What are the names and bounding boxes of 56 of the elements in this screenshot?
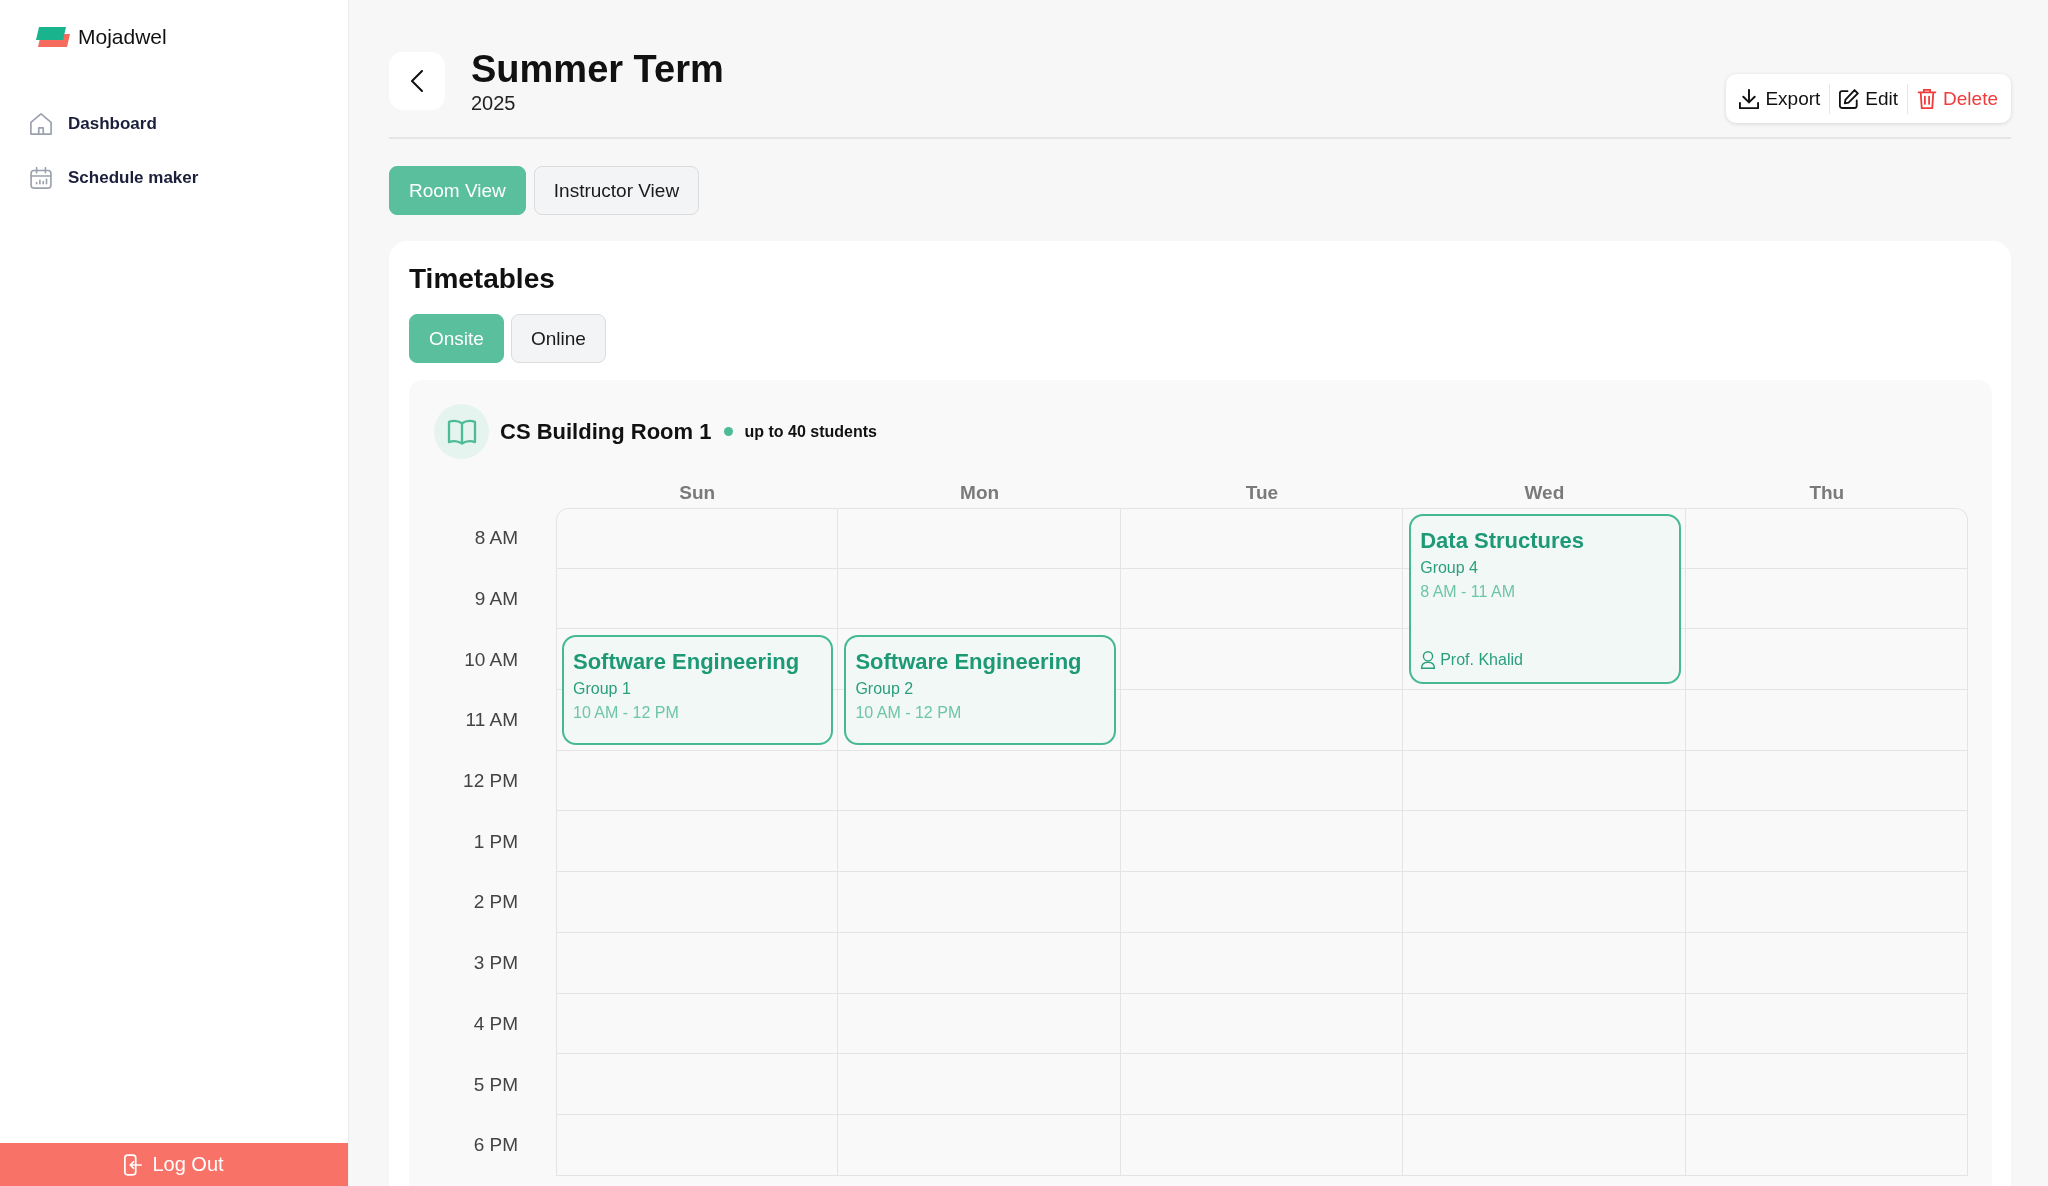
edit-icon: [1839, 88, 1860, 109]
room-name: CS Building Room 1: [500, 418, 712, 445]
day-label: Sun: [678, 482, 717, 505]
time-range: 10 AM - 12 PM: [573, 703, 680, 724]
status-dot-icon: [724, 427, 734, 436]
instructor-name: Prof. Khalid: [1440, 650, 1523, 671]
hour-label: 9 AM: [473, 588, 519, 611]
chevron-left-icon: [411, 70, 423, 92]
logout-icon: [124, 1153, 143, 1176]
hour-label: 10 AM: [463, 648, 519, 671]
class-card[interactable]: Data Structures Group 4 8 AM - 11 AM Prof. Khalid: [1409, 514, 1681, 685]
view-tab[interactable]: Room View: [389, 166, 526, 215]
sidebar-item[interactable]: Schedule maker: [30, 156, 209, 200]
class-title: Software Engineering: [855, 648, 1083, 677]
group-label: Group 2: [855, 679, 915, 700]
export-button[interactable]: Export: [1732, 81, 1828, 116]
home-icon: [30, 113, 52, 135]
day-label: Thu: [1808, 482, 1846, 505]
edit-button[interactable]: Edit: [1832, 81, 1906, 116]
logout-button[interactable]: Log Out: [0, 1143, 348, 1186]
class-title: Software Engineering: [573, 648, 801, 677]
download-icon: [1739, 88, 1760, 109]
day-label: Tue: [1244, 482, 1280, 505]
day-label: Wed: [1523, 482, 1566, 505]
person-icon: [1420, 651, 1437, 670]
back-button[interactable]: [389, 52, 445, 110]
room-capacity: up to 40 students: [744, 422, 877, 441]
logo-icon: [36, 27, 70, 47]
hour-label: 6 PM: [472, 1134, 519, 1157]
day-label: Mon: [959, 482, 1001, 505]
section-title: Timetables: [409, 262, 556, 296]
hour-label: 3 PM: [472, 952, 519, 975]
class-card[interactable]: Software Engineering Group 1 10 AM - 12 PM: [562, 635, 834, 745]
hour-label: 11 AM: [464, 709, 519, 732]
sidebar-item[interactable]: Dashboard: [30, 102, 167, 146]
hour-label: 12 PM: [462, 770, 519, 793]
trash-icon: [1917, 88, 1938, 109]
hour-label: 8 AM: [473, 527, 519, 550]
mode-tab[interactable]: Onsite: [409, 314, 504, 363]
hour-label: 4 PM: [472, 1012, 519, 1035]
calendar-icon: [30, 167, 52, 189]
page-title: Summer Term: [471, 47, 724, 91]
hour-label: 1 PM: [472, 830, 519, 853]
time-range: 8 AM - 11 AM: [1420, 582, 1517, 602]
delete-button[interactable]: Delete: [1910, 81, 2005, 116]
hour-label: 2 PM: [472, 891, 519, 914]
class-title: Data Structures: [1420, 527, 1586, 555]
brand-name: Mojadwel: [78, 25, 167, 49]
hour-label: 5 PM: [472, 1073, 519, 1096]
group-label: Group 1: [573, 679, 632, 700]
group-label: Group 4: [1420, 558, 1479, 578]
time-range: 10 AM - 12 PM: [855, 703, 963, 724]
class-card[interactable]: Software Engineering Group 2 10 AM - 12 PM: [844, 635, 1116, 745]
view-tab[interactable]: Instructor View: [533, 166, 700, 215]
mode-tab[interactable]: Online: [510, 314, 606, 363]
page-subtitle: 2025: [471, 91, 517, 115]
